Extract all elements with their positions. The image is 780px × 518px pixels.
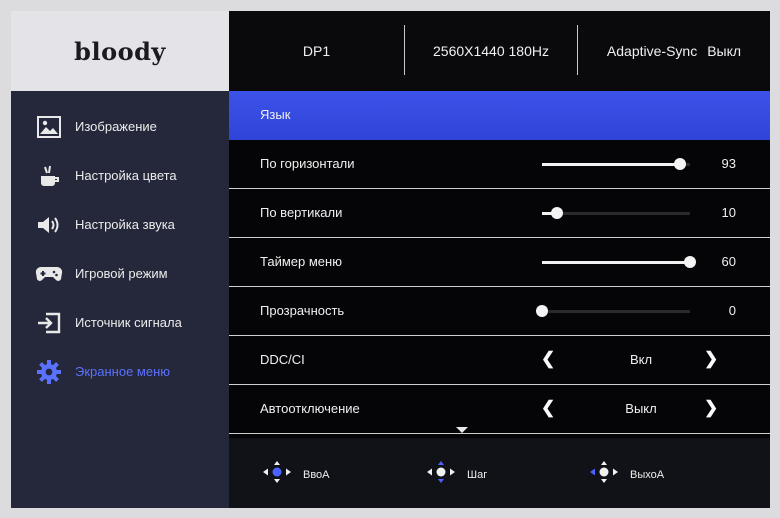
menu-row-label: По вертикали	[260, 205, 343, 220]
hint-enter-label: ВвоА	[303, 468, 330, 481]
joystick-press-icon	[261, 460, 293, 489]
auto-off-value: Выкл	[625, 401, 657, 416]
chevron-left-icon[interactable]: ❮	[541, 398, 555, 418]
logo-cell: bloody	[11, 11, 229, 91]
resolution-status: 2560X1440 180Hz	[433, 43, 549, 59]
chevron-right-icon[interactable]: ❯	[704, 349, 718, 369]
image-icon	[35, 114, 63, 140]
settings-list: Язык По горизонтали 93 По вертикали 10 Т…	[229, 91, 770, 438]
input-source-status: DP1	[302, 43, 331, 59]
sidebar-item-color[interactable]: Настройка цвета	[11, 151, 229, 200]
hint-step-label: Шаг	[467, 468, 488, 481]
sidebar-item-label: Источник сигнала	[75, 315, 182, 330]
chevron-right-icon[interactable]: ❯	[704, 398, 718, 418]
sidebar-item-input-source[interactable]: Источник сигнала	[11, 298, 229, 347]
sidebar-item-audio[interactable]: Настройка звука	[11, 200, 229, 249]
menu-timer-value: 60	[721, 254, 736, 269]
vertical-value: 10	[721, 205, 736, 220]
menu-row-transparency[interactable]: Прозрачность 0	[229, 287, 770, 336]
slider-knob[interactable]	[673, 158, 686, 170]
hint-step: Шаг	[425, 460, 487, 489]
osd-window: bloody DP1 2560X1440 180Hz Adaptive-Sync…	[11, 11, 770, 508]
horizontal-value: 93	[721, 156, 736, 171]
sidebar-item-label: Настройка звука	[75, 217, 175, 232]
menu-row-auto-off[interactable]: Автоотключение ❮ Выкл ❯	[229, 385, 770, 434]
menu-row-language[interactable]: Язык	[229, 91, 770, 140]
joystick-back-icon	[588, 460, 620, 489]
hint-enter: ВвоА	[261, 460, 330, 489]
brand-logo: bloody	[74, 36, 166, 66]
vertical-slider[interactable]	[542, 207, 690, 219]
gamepad-icon	[35, 261, 63, 287]
slider-fill	[542, 261, 690, 264]
transparency-slider[interactable]	[536, 305, 690, 317]
adaptive-sync-value: Выкл	[707, 43, 742, 59]
slider-knob[interactable]	[684, 256, 696, 268]
slider-knob[interactable]	[550, 207, 563, 219]
slider-fill	[542, 163, 680, 166]
menu-row-label: Автоотключение	[260, 401, 360, 416]
control-hints: ВвоА Шаг ВыхоА	[229, 438, 770, 508]
sidebar-item-label: Экранное меню	[75, 364, 171, 379]
horizontal-slider[interactable]	[542, 158, 690, 170]
menu-row-horizontal[interactable]: По горизонтали 93	[229, 140, 770, 189]
menu-row-menu-timer[interactable]: Таймер меню 60	[229, 238, 770, 287]
menu-timer-slider[interactable]	[542, 256, 696, 268]
sidebar-item-image[interactable]: Изображение	[11, 102, 229, 151]
menu-row-vertical[interactable]: По вертикали 10	[229, 189, 770, 238]
menu-row-label: DDC/CI	[260, 352, 305, 367]
joystick-move-icon	[425, 460, 457, 489]
menu-row-label: Таймер меню	[260, 254, 342, 269]
status-header: DP1 2560X1440 180Hz Adaptive-Sync Выкл	[229, 11, 770, 91]
menu-row-ddc-ci[interactable]: DDC/CI ❮ Вкл ❯	[229, 336, 770, 385]
sidebar-item-label: Игровой режим	[75, 266, 168, 281]
menu-row-label: По горизонтали	[260, 156, 355, 171]
chevron-left-icon[interactable]: ❮	[541, 349, 555, 369]
input-source-icon	[35, 310, 63, 336]
sidebar-item-label: Изображение	[75, 119, 157, 134]
color-palette-icon	[35, 163, 63, 189]
sidebar: Изображение Настройка цвета Настройка зв…	[11, 91, 229, 508]
gear-icon	[35, 359, 63, 385]
sidebar-item-label: Настройка цвета	[75, 168, 177, 183]
adaptive-sync-label: Adaptive-Sync	[606, 43, 698, 59]
transparency-value: 0	[728, 303, 736, 318]
menu-row-label: Прозрачность	[260, 303, 345, 318]
scroll-down-icon[interactable]	[456, 427, 468, 433]
slider-knob[interactable]	[536, 305, 548, 317]
hint-exit-label: ВыхоА	[630, 468, 665, 481]
ddc-ci-value: Вкл	[629, 352, 653, 367]
hint-exit: ВыхоА	[588, 460, 664, 489]
speaker-icon	[35, 212, 63, 238]
adaptive-sync-status: Adaptive-Sync Выкл	[578, 11, 770, 91]
sidebar-item-osd-menu[interactable]: Экранное меню	[11, 347, 229, 396]
menu-row-label: Язык	[260, 107, 291, 122]
sidebar-item-game-mode[interactable]: Игровой режим	[11, 249, 229, 298]
